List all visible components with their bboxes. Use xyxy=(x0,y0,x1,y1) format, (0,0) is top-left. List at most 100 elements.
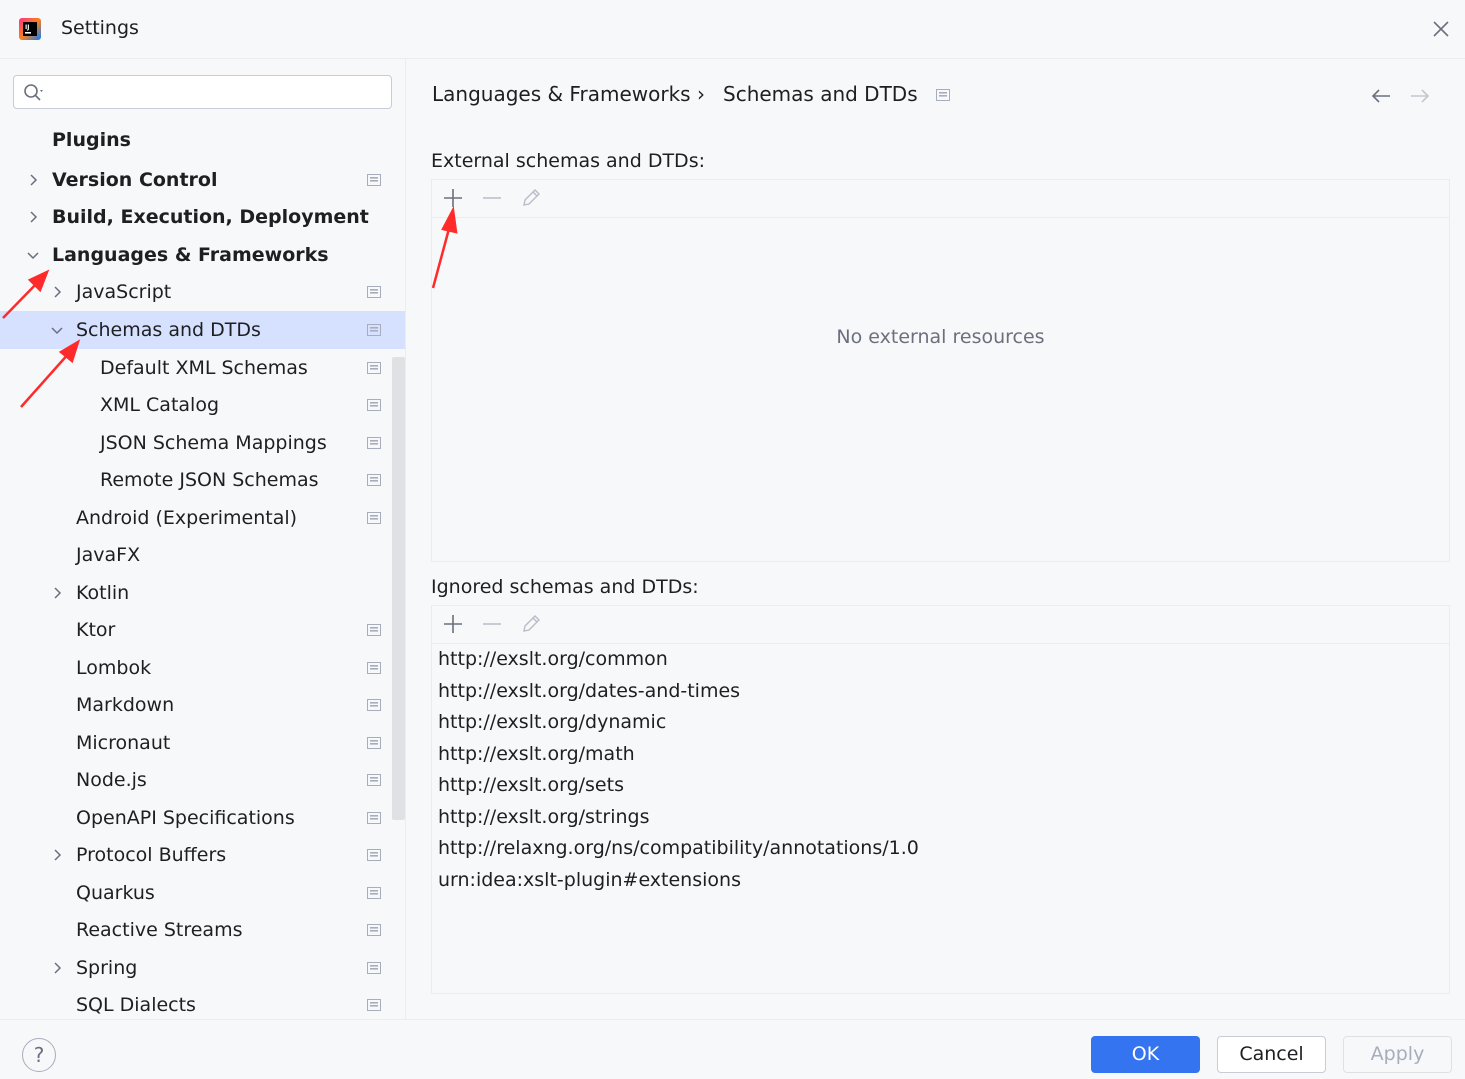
sidebar-item-default-xml-schemas[interactable]: Default XML Schemas xyxy=(0,349,406,387)
sidebar-item-label: Micronaut xyxy=(76,732,171,754)
breadcrumb-parent[interactable]: Languages & Frameworks xyxy=(432,82,691,106)
sidebar-divider xyxy=(405,59,406,1019)
title-divider xyxy=(0,58,1465,59)
apply-button[interactable]: Apply xyxy=(1343,1036,1452,1073)
sidebar-item-openapi-specifications[interactable]: OpenAPI Specifications xyxy=(0,799,406,837)
add-icon[interactable] xyxy=(442,187,464,209)
sidebar-item-xml-catalog[interactable]: XML Catalog xyxy=(0,386,406,424)
sidebar-item-version-control[interactable]: Version Control xyxy=(0,161,406,199)
breadcrumb-current: Schemas and DTDs xyxy=(723,82,918,106)
cancel-button[interactable]: Cancel xyxy=(1217,1036,1326,1073)
project-scope-icon xyxy=(367,924,381,936)
sidebar-item-label: Node.js xyxy=(76,769,147,791)
sidebar-item-micronaut[interactable]: Micronaut xyxy=(0,724,406,762)
remove-icon[interactable] xyxy=(481,613,503,635)
sidebar-item-javascript[interactable]: JavaScript xyxy=(0,273,406,311)
chevron-right-icon[interactable] xyxy=(50,961,64,975)
sidebar-item-label: Languages & Frameworks xyxy=(52,244,329,266)
chevron-right-icon[interactable] xyxy=(50,586,64,600)
sidebar-item-kotlin[interactable]: Kotlin xyxy=(0,574,406,612)
sidebar-item-label: XML Catalog xyxy=(100,394,220,416)
chevron-down-icon[interactable] xyxy=(26,248,40,262)
sidebar-item-spring[interactable]: Spring xyxy=(0,949,406,987)
sidebar-item-node-js[interactable]: Node.js xyxy=(0,761,406,799)
chevron-down-icon[interactable] xyxy=(50,323,64,337)
chevron-right-icon[interactable] xyxy=(50,285,64,299)
sidebar-item-build-execution-deployment[interactable]: Build, Execution, Deployment xyxy=(0,198,406,236)
project-scope-icon xyxy=(367,437,381,449)
project-scope-icon xyxy=(367,849,381,861)
external-toolbar xyxy=(432,180,1449,218)
list-item[interactable]: urn:idea:xslt-plugin#extensions xyxy=(438,869,741,891)
chevron-right-icon[interactable] xyxy=(26,173,40,187)
sidebar-item-quarkus[interactable]: Quarkus xyxy=(0,874,406,912)
sidebar-item-reactive-streams[interactable]: Reactive Streams xyxy=(0,911,406,949)
sidebar-item-label: Spring xyxy=(76,957,138,979)
project-scope-icon xyxy=(367,999,381,1011)
ignored-schemas-panel: http://exslt.org/common http://exslt.org/… xyxy=(431,605,1450,994)
edit-icon[interactable] xyxy=(520,613,542,635)
edit-icon[interactable] xyxy=(520,187,542,209)
remove-icon[interactable] xyxy=(481,187,503,209)
ok-button[interactable]: OK xyxy=(1091,1036,1200,1073)
sidebar-item-javafx[interactable]: JavaFX xyxy=(0,536,406,574)
sidebar-item-label: SQL Dialects xyxy=(76,994,196,1016)
sidebar-item-android-experimental[interactable]: Android (Experimental) xyxy=(0,499,406,537)
project-scope-icon xyxy=(367,286,381,298)
sidebar-item-json-schema-mappings[interactable]: JSON Schema Mappings xyxy=(0,424,406,462)
sidebar-item-label: Schemas and DTDs xyxy=(76,319,261,341)
sidebar-item-languages-frameworks[interactable]: Languages & Frameworks xyxy=(0,236,406,274)
title-bar: IJ Settings xyxy=(0,0,1465,58)
sidebar-item-label: Version Control xyxy=(52,169,218,191)
project-scope-icon xyxy=(367,324,381,336)
chevron-right-icon[interactable] xyxy=(26,210,40,224)
ignored-toolbar xyxy=(432,606,1449,644)
list-item[interactable]: http://relaxng.org/ns/compatibility/anno… xyxy=(438,837,919,859)
sidebar-scrollbar[interactable] xyxy=(392,357,405,820)
external-schemas-label: External schemas and DTDs: xyxy=(431,150,705,172)
close-icon[interactable] xyxy=(1429,17,1453,41)
sidebar-item-label: Build, Execution, Deployment xyxy=(52,206,369,228)
list-item[interactable]: http://exslt.org/math xyxy=(438,743,635,765)
chevron-right-icon[interactable] xyxy=(50,848,64,862)
search-icon xyxy=(24,84,43,101)
sidebar-item-markdown[interactable]: Markdown xyxy=(0,686,406,724)
project-scope-icon xyxy=(367,737,381,749)
list-item[interactable]: http://exslt.org/common xyxy=(438,648,668,670)
sidebar-item-label: Plugins xyxy=(52,129,131,151)
sidebar-item-remote-json-schemas[interactable]: Remote JSON Schemas xyxy=(0,461,406,499)
project-scope-icon xyxy=(936,89,950,101)
sidebar-item-label: OpenAPI Specifications xyxy=(76,807,295,829)
sidebar-item-ktor[interactable]: Ktor xyxy=(0,611,406,649)
project-scope-icon xyxy=(367,512,381,524)
project-scope-icon xyxy=(367,699,381,711)
sidebar-item-label: Kotlin xyxy=(76,582,130,604)
sidebar-item-plugins[interactable]: Plugins xyxy=(0,121,406,159)
search-input[interactable] xyxy=(13,75,392,109)
breadcrumb-separator: › xyxy=(697,82,705,106)
sidebar-item-label: Protocol Buffers xyxy=(76,844,227,866)
sidebar-item-label: Quarkus xyxy=(76,882,155,904)
arrow-right-icon[interactable] xyxy=(1408,86,1432,106)
footer-divider xyxy=(0,1019,1465,1020)
add-icon[interactable] xyxy=(442,613,464,635)
sidebar-item-label: Android (Experimental) xyxy=(76,507,298,529)
sidebar-item-label: Lombok xyxy=(76,657,152,679)
list-item[interactable]: http://exslt.org/dates-and-times xyxy=(438,680,740,702)
project-scope-icon xyxy=(367,662,381,674)
arrow-left-icon[interactable] xyxy=(1369,86,1393,106)
sidebar-item-lombok[interactable]: Lombok xyxy=(0,649,406,687)
sidebar-item-label: Remote JSON Schemas xyxy=(100,469,319,491)
list-item[interactable]: http://exslt.org/dynamic xyxy=(438,711,666,733)
sidebar-item-schemas-and-dtds[interactable]: Schemas and DTDs xyxy=(0,311,406,349)
project-scope-icon xyxy=(367,174,381,186)
list-item[interactable]: http://exslt.org/strings xyxy=(438,806,649,828)
project-scope-icon xyxy=(367,774,381,786)
sidebar-item-protocol-buffers[interactable]: Protocol Buffers xyxy=(0,836,406,874)
empty-state-text: No external resources xyxy=(836,326,1045,348)
external-schemas-panel: No external resources xyxy=(431,179,1450,562)
sidebar-item-label: JavaScript xyxy=(76,281,172,303)
svg-text:IJ: IJ xyxy=(25,24,29,31)
list-item[interactable]: http://exslt.org/sets xyxy=(438,774,624,796)
help-button[interactable]: ? xyxy=(22,1038,56,1072)
